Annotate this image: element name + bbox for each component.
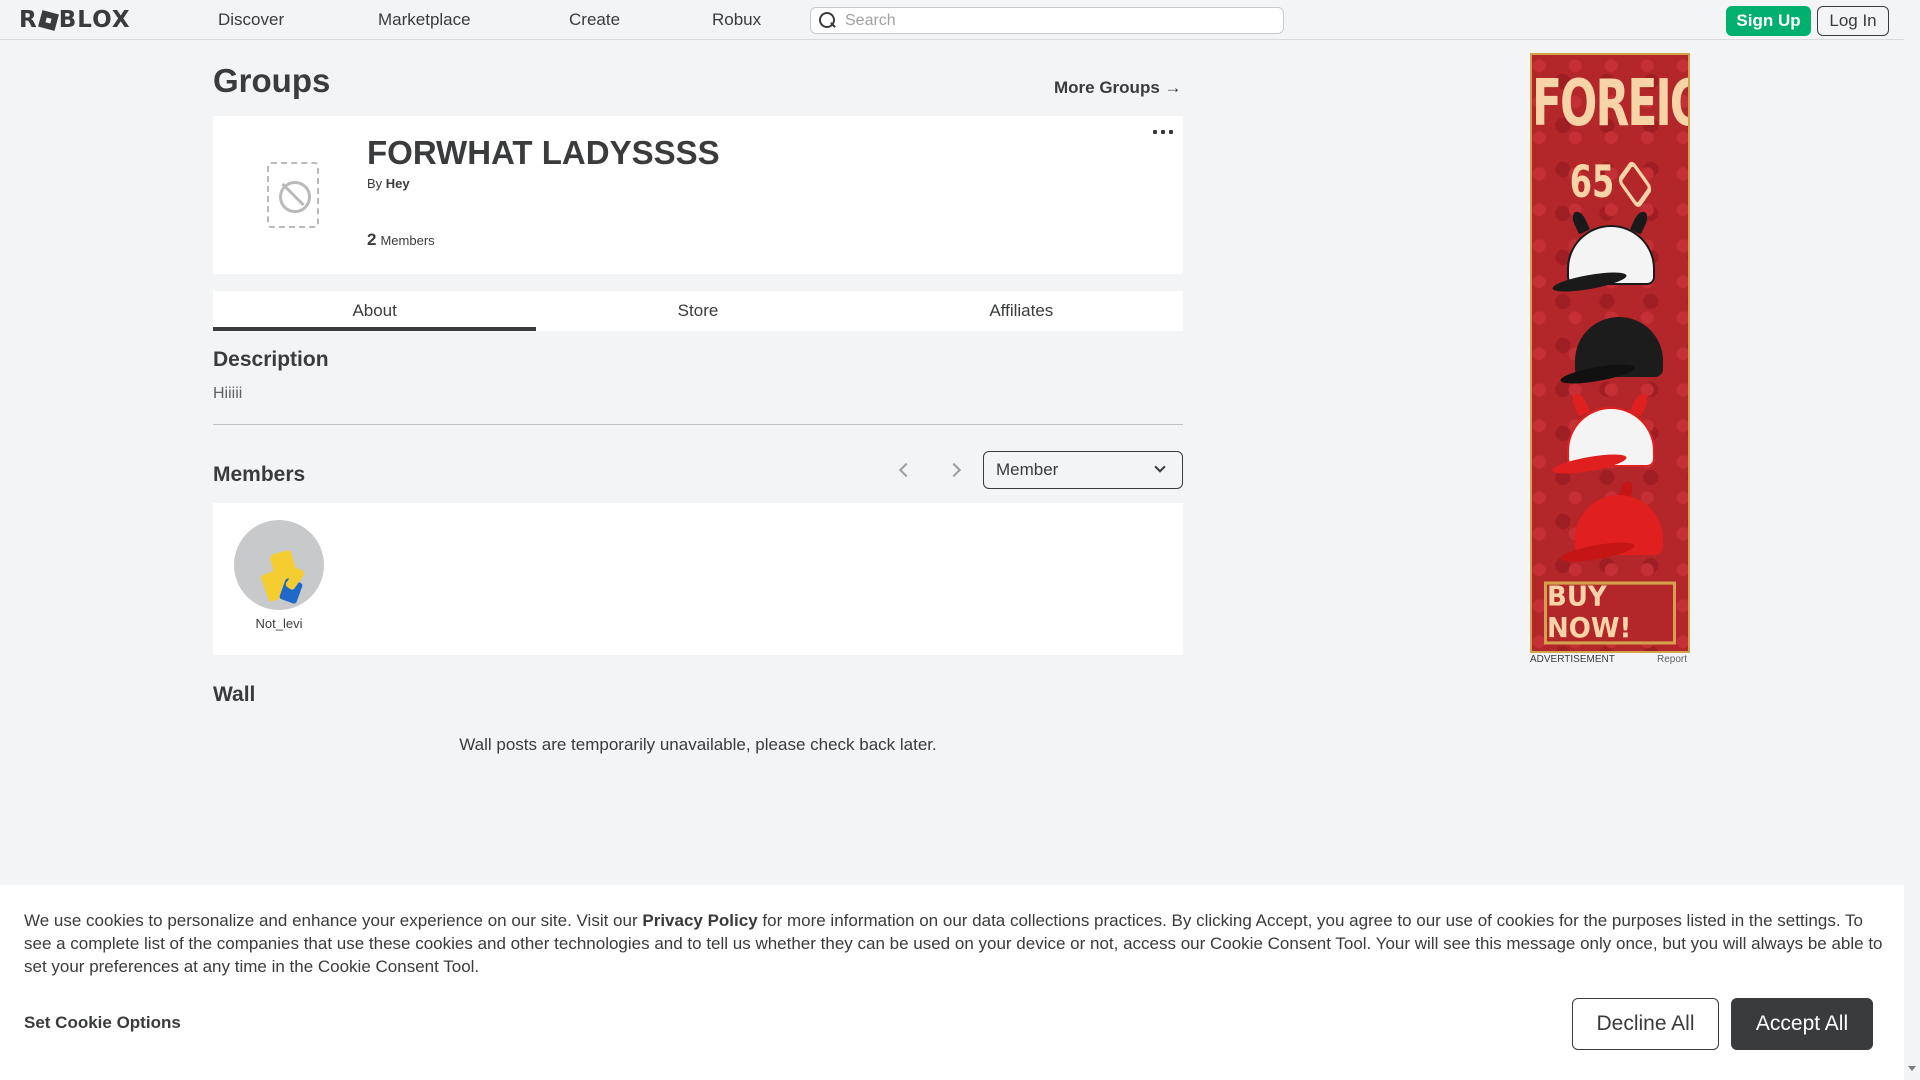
chevron-right-icon[interactable] — [946, 460, 966, 480]
avatar — [234, 520, 324, 610]
description-title: Description — [213, 348, 329, 371]
tab-about[interactable]: About — [213, 291, 537, 331]
description-text: Hiiiii — [213, 385, 243, 402]
owner-name-link[interactable]: Hey — [386, 176, 410, 191]
tab-affiliates[interactable]: Affiliates — [860, 291, 1183, 331]
decline-all-button[interactable]: Decline All — [1572, 998, 1719, 1050]
ad-report-link[interactable]: Report — [1657, 654, 1687, 665]
cookie-consent-banner: We use cookies to personalize and enhanc… — [0, 885, 1904, 1080]
members-list: Not_levi — [213, 503, 1183, 655]
role-dropdown-value: Member — [996, 460, 1059, 479]
nav-link-create[interactable]: Create — [569, 10, 620, 30]
advertisement-label: ADVERTISEMENT — [1530, 654, 1615, 665]
top-navigation-bar: R BLOX Discover Marketplace Create Robux … — [0, 0, 1920, 40]
member-count-value: 2 — [367, 230, 377, 249]
cookie-consent-text: We use cookies to personalize and enhanc… — [24, 911, 1883, 976]
members-label: Members — [380, 233, 435, 248]
log-in-button[interactable]: Log In — [1817, 6, 1889, 36]
roblox-logo[interactable]: R BLOX — [19, 7, 131, 33]
group-name: FORWHAT LADYSSSS — [367, 134, 720, 171]
ad-headline: FOREIGN — [1532, 67, 1688, 141]
member-name: Not_levi — [255, 616, 303, 631]
wall-unavailable-message: Wall posts are temporarily unavailable, … — [459, 735, 937, 754]
advertisement-banner[interactable]: FOREIGN 65 BUY NOW! — [1530, 53, 1690, 653]
sign-up-button[interactable]: Sign Up — [1726, 6, 1811, 36]
ad-buy-now-button[interactable]: BUY NOW! — [1544, 581, 1676, 645]
wall-title: Wall — [213, 683, 256, 706]
group-tabs: About Store Affiliates — [213, 291, 1183, 331]
cap-black-image — [1559, 317, 1680, 388]
group-owner: By Hey — [367, 176, 410, 191]
section-divider — [213, 424, 1183, 425]
group-emblem-placeholder-icon — [267, 162, 319, 228]
tab-store[interactable]: Store — [536, 291, 859, 331]
nav-link-robux[interactable]: Robux — [712, 10, 761, 30]
member-card[interactable]: Not_levi — [234, 520, 324, 631]
robux-icon — [1617, 159, 1654, 210]
by-label: By — [367, 176, 383, 191]
roblox-logo-mark-icon — [37, 9, 59, 31]
page-scrollbar[interactable] — [1904, 0, 1920, 1080]
cap-white-horned-image — [1551, 209, 1672, 296]
group-header-card: FORWHAT LADYSSSS By Hey 2 Members — [213, 116, 1183, 274]
nav-link-marketplace[interactable]: Marketplace — [378, 10, 471, 30]
role-dropdown[interactable]: Member — [983, 451, 1183, 489]
accept-all-button[interactable]: Accept All — [1731, 998, 1873, 1050]
privacy-policy-link[interactable]: Privacy Policy — [642, 911, 757, 930]
search-input[interactable] — [839, 8, 1283, 33]
more-options-icon[interactable] — [1153, 128, 1173, 136]
ad-price: 65 — [1532, 155, 1688, 210]
page-title: Groups — [213, 62, 331, 99]
members-title: Members — [213, 463, 306, 486]
cap-red-horned-image — [1559, 479, 1680, 566]
cap-white-red-horned-image — [1551, 391, 1672, 478]
group-member-count: 2 Members — [367, 230, 435, 250]
more-groups-link[interactable]: More Groups → — [1054, 78, 1182, 98]
chevron-down-icon — [1154, 461, 1166, 473]
search-icon[interactable] — [811, 7, 839, 34]
scroll-down-arrow-icon[interactable] — [1908, 1066, 1916, 1071]
search-bar — [810, 7, 1284, 34]
chevron-left-icon[interactable] — [894, 460, 914, 480]
set-cookie-options-link[interactable]: Set Cookie Options — [24, 1013, 181, 1033]
nav-link-discover[interactable]: Discover — [218, 10, 284, 30]
